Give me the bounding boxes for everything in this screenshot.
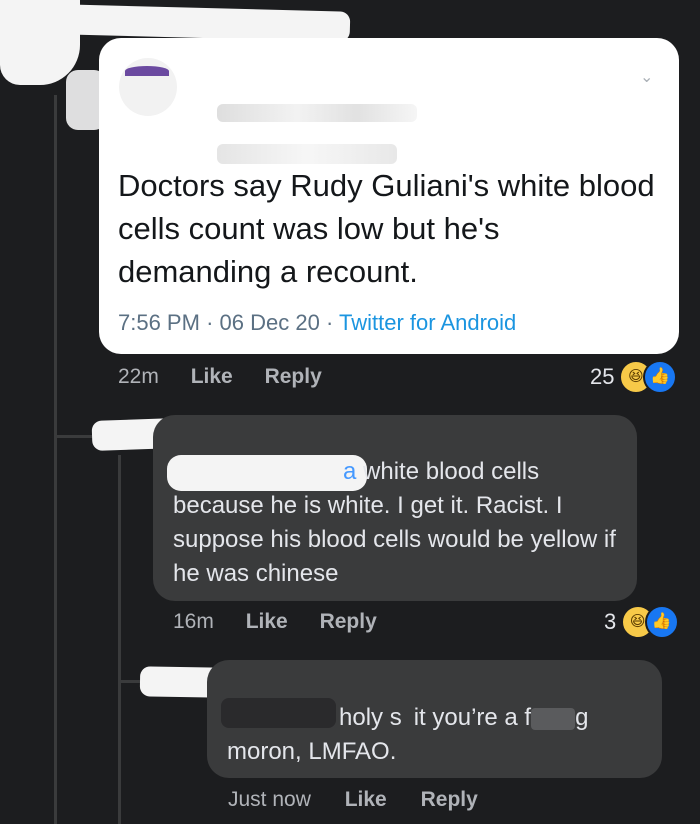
- post-time: 22m: [118, 365, 159, 388]
- tweet-handle-redacted: [217, 144, 397, 164]
- tweet-separator: ·: [206, 310, 214, 335]
- like-reaction-icon: 👍: [644, 605, 679, 639]
- comment2-text-a: holy s: [339, 704, 402, 731]
- tweet-avatar: [119, 58, 177, 116]
- tweet-author-redacted: [217, 104, 417, 122]
- comment1-text-line1: white blood cells: [356, 458, 540, 485]
- comment2-line1: holy s it you’re a f g: [227, 701, 647, 735]
- comment2-text-line2: moron, LMFAO.: [227, 738, 397, 765]
- comment-bubble-1[interactable]: a white blood cells because he is white.…: [153, 415, 637, 601]
- tweet-source: Twitter for Android: [338, 310, 517, 335]
- tweet-meta: 7:56 PM · 06 Dec 20 · Twitter for Androi…: [118, 310, 516, 336]
- comment-bubble-2[interactable]: holy s it you’re a f g moron, LMFAO.: [207, 660, 662, 778]
- tweet-screenshot-card[interactable]: ⌄ Doctors say Rudy Guliani's white blood…: [99, 38, 679, 354]
- comment1-line1: a white blood cells: [173, 455, 623, 489]
- comment1-reactions[interactable]: 3 😆 👍: [604, 605, 679, 639]
- like-button[interactable]: Like: [191, 365, 233, 389]
- tweet-date: 06 Dec 20: [219, 310, 320, 335]
- tweet-time: 7:56 PM: [118, 310, 200, 335]
- comment2-text-c: g: [575, 704, 589, 731]
- tweet-separator: ·: [325, 310, 334, 335]
- comment2-actions: Just now Like Reply: [228, 788, 478, 812]
- thread-line-sub: [118, 455, 121, 824]
- comment1-reply-button[interactable]: Reply: [320, 610, 377, 634]
- thread-line-main: [54, 95, 57, 824]
- comment1-text: because he is white. I get it. Racist. I…: [173, 492, 616, 587]
- comment2-reply-button[interactable]: Reply: [421, 788, 478, 812]
- comment2-time: Just now: [228, 788, 311, 811]
- reaction-count: 25: [590, 364, 615, 389]
- censor-blur: [531, 707, 576, 730]
- reply-button[interactable]: Reply: [265, 365, 322, 389]
- chevron-down-icon[interactable]: ⌄: [640, 70, 654, 86]
- like-reaction-icon: 👍: [642, 360, 677, 394]
- comment1-actions: 16m Like Reply: [173, 610, 377, 634]
- redacted-name: [59, 4, 351, 42]
- comment1-like-button[interactable]: Like: [246, 610, 288, 634]
- post-reactions[interactable]: 25 😆 👍: [590, 360, 677, 394]
- comment2-like-button[interactable]: Like: [345, 788, 387, 812]
- comment2-text-b: it you’re a f: [413, 704, 532, 731]
- post-actions: 22m Like Reply: [118, 365, 322, 389]
- comment1-reaction-count: 3: [604, 609, 617, 634]
- tweet-text: Doctors say Rudy Guliani's white blood c…: [118, 168, 655, 289]
- comment1-time: 16m: [173, 610, 214, 633]
- comment1-mention[interactable]: a: [343, 458, 356, 485]
